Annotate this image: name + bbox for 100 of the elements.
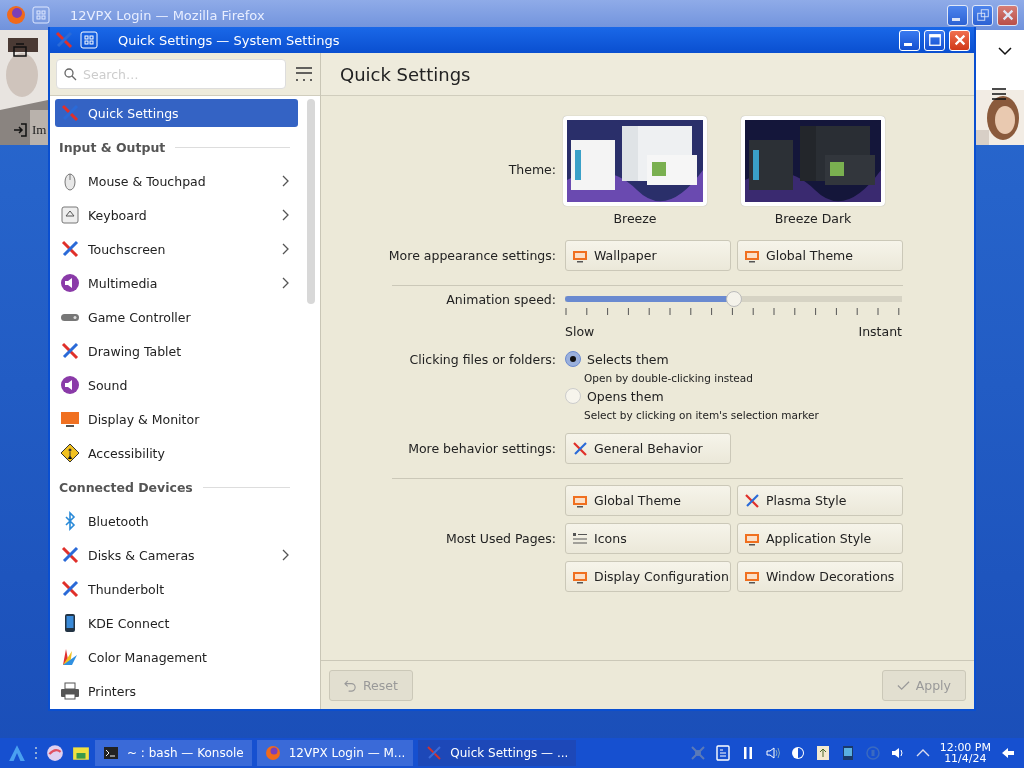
update-icon[interactable]: [814, 745, 831, 761]
option-hint: Select by clicking on item's selection marker: [584, 409, 819, 421]
theme-name: Breeze Dark: [774, 211, 852, 226]
search-icon: [63, 67, 77, 81]
sidebar-item[interactable]: Touchscreen: [55, 232, 298, 266]
sidebar-item[interactable]: Color Management: [55, 640, 298, 674]
accessibility-icon: [60, 443, 80, 463]
folder-icon[interactable]: [72, 744, 90, 762]
close-button[interactable]: [997, 4, 1018, 26]
printer-icon: [60, 681, 80, 701]
field-label: Theme:: [507, 162, 556, 177]
field-label: Most Used Pages:: [444, 531, 556, 546]
list-icon: [572, 530, 588, 547]
restore-button[interactable]: [972, 4, 993, 26]
tools-icon: [54, 30, 74, 50]
theme-name: Breeze: [613, 211, 657, 226]
chevron-down-icon[interactable]: [998, 46, 1012, 56]
tools-icon: [744, 492, 760, 509]
settings-button[interactable]: General Behavior: [565, 433, 731, 464]
arrow-left-icon[interactable]: [1000, 745, 1016, 761]
field-label: More behavior settings:: [407, 441, 556, 456]
sidebar-item[interactable]: Accessibility: [55, 436, 298, 470]
tools-icon: [60, 341, 80, 361]
volume-icon[interactable]: [764, 745, 781, 761]
sidebar-item[interactable]: Drawing Tablet: [55, 334, 298, 368]
drag-handle-icon[interactable]: [34, 745, 38, 761]
chevron-right-icon: [282, 209, 290, 221]
sidebar-item[interactable]: Sound: [55, 368, 298, 402]
window-title: 12VPX Login — Mozilla Firefox: [70, 7, 265, 23]
field-label: Animation speed:: [445, 292, 556, 307]
clipboard-icon[interactable]: [714, 745, 731, 761]
minimize-button[interactable]: [947, 4, 968, 26]
tools-icon: [572, 440, 588, 457]
check-icon: [896, 678, 910, 692]
close-icon: [1000, 8, 1015, 22]
clock[interactable]: 12:00 PM 11/4/24: [939, 742, 991, 764]
maximize-button[interactable]: [924, 29, 945, 51]
sidebar-item[interactable]: Printers: [55, 674, 298, 708]
settings-button[interactable]: Global Theme: [565, 485, 731, 516]
settings-button[interactable]: Wallpaper: [565, 240, 731, 271]
launcher-icon[interactable]: [8, 744, 26, 762]
sidebar-item[interactable]: Disks & Cameras: [55, 538, 298, 572]
chevron-right-icon: [282, 549, 290, 561]
tools-icon: [60, 239, 80, 259]
taskbar-task[interactable]: ~ : bash — Konsole: [95, 740, 252, 766]
settings-button[interactable]: Display Configuration: [565, 561, 731, 592]
tools-icon: [60, 103, 80, 123]
settings-button[interactable]: Global Theme: [737, 240, 903, 271]
radio-label[interactable]: Selects them: [587, 351, 669, 367]
settings-button[interactable]: Application Style: [737, 523, 903, 554]
speaker-icon: [60, 375, 80, 395]
slider-thumb[interactable]: [725, 291, 742, 307]
scrollbar-thumb[interactable]: [307, 99, 315, 304]
sidebar-item[interactable]: Mouse & Touchpad: [55, 164, 298, 198]
chevron-right-icon: [282, 277, 290, 289]
firefox-icon: [264, 745, 281, 761]
sidebar-item[interactable]: Thunderbolt: [55, 572, 298, 606]
monitor-icon: [60, 409, 80, 429]
window-title: Quick Settings — System Settings: [118, 32, 340, 48]
settings-button[interactable]: Window Decorations: [737, 561, 903, 592]
chevron-right-icon: [282, 175, 290, 187]
menu-icon[interactable]: [992, 88, 1006, 100]
terminal-icon: [103, 745, 119, 761]
minimize-button[interactable]: [899, 29, 920, 51]
chevron-right-icon: [282, 243, 290, 255]
radio-button[interactable]: [565, 351, 581, 367]
clock-time: 12:00 PM: [939, 742, 991, 753]
radio-button[interactable]: [565, 388, 581, 404]
minimize-icon: [904, 43, 912, 46]
tabs-icon[interactable]: [12, 42, 28, 58]
key-icon: [60, 205, 80, 225]
sidebar-item[interactable]: Bluetooth: [55, 504, 298, 538]
taskbar-task[interactable]: 12VPX Login — M...: [256, 740, 414, 766]
clock-date: 11/4/24: [944, 753, 987, 764]
taskbar-task[interactable]: Quick Settings — ...: [418, 740, 577, 766]
restore-icon: [975, 8, 990, 22]
close-icon: [952, 33, 967, 47]
settings-button[interactable]: Plasma Style: [737, 485, 903, 516]
sidebar-item[interactable]: Display & Monitor: [55, 402, 298, 436]
sidebar-item[interactable]: KDE Connect: [55, 606, 298, 640]
section-heading: Input & Output: [59, 139, 166, 155]
undo-icon: [344, 678, 357, 692]
sidebar-item[interactable]: Quick Settings: [55, 99, 298, 127]
page-title: Quick Settings: [340, 63, 471, 85]
browser-icon[interactable]: [46, 744, 64, 762]
sidebar-item[interactable]: Multimedia: [55, 266, 298, 300]
minimize-icon: [952, 18, 960, 21]
brightness-icon[interactable]: [789, 745, 806, 761]
field-label: Clicking files or folders:: [408, 352, 556, 367]
tools-icon: [60, 545, 80, 565]
close-button[interactable]: [949, 29, 970, 51]
sidebar-item[interactable]: Game Controller: [55, 300, 298, 334]
radio-label[interactable]: Opens them: [587, 388, 664, 404]
slider-min-label: Slow: [565, 324, 595, 339]
login-icon[interactable]: [12, 122, 28, 138]
speaker-icon[interactable]: [889, 745, 906, 761]
settings-button[interactable]: Icons: [565, 523, 731, 554]
speaker-icon: [60, 273, 80, 293]
section-heading: Connected Devices: [59, 479, 193, 495]
sidebar-item[interactable]: Keyboard: [55, 198, 298, 232]
